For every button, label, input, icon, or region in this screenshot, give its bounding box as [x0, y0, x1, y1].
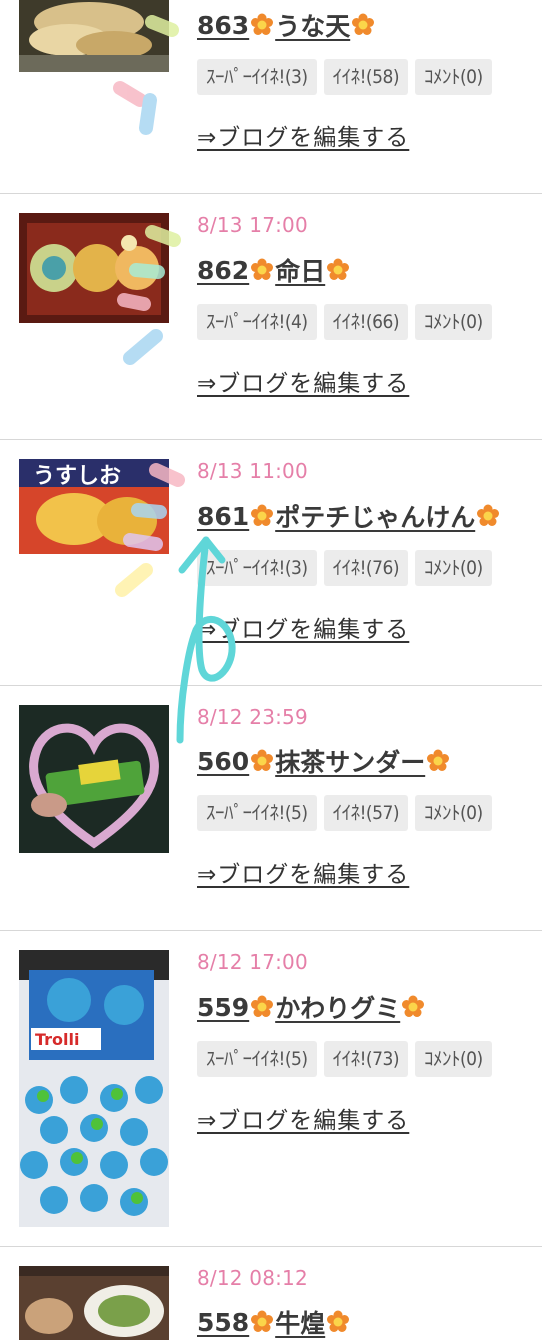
- post-divider: [0, 930, 542, 931]
- post-thumbnail-dinner[interactable]: [19, 1266, 169, 1340]
- flower-icon: [250, 504, 274, 528]
- post-divider: [0, 685, 542, 686]
- post-thumbnail-fried-food[interactable]: [19, 0, 169, 72]
- flower-icon: [426, 749, 450, 773]
- post-number: 863: [197, 10, 250, 40]
- comment-button[interactable]: ｺﾒﾝﾄ(0): [415, 304, 492, 340]
- post-title-link[interactable]: 863 うな天: [197, 8, 376, 42]
- flower-icon: [351, 13, 375, 37]
- flower-icon: [250, 13, 274, 37]
- chips-bag-label: うすしお: [33, 464, 121, 489]
- super-like-button[interactable]: ｽｰﾊﾟｰｲｲﾈ!(3): [197, 550, 317, 586]
- comment-button[interactable]: ｺﾒﾝﾄ(0): [415, 59, 492, 95]
- comment-button[interactable]: ｺﾒﾝﾄ(0): [415, 550, 492, 586]
- flower-icon: [401, 995, 425, 1019]
- post-title-text: かわりグミ: [275, 994, 401, 1023]
- post-title-text: 抹茶サンダー: [275, 748, 426, 777]
- flower-icon: [250, 995, 274, 1019]
- post-date: 8/13 17:00: [197, 213, 308, 237]
- post-divider: [0, 193, 542, 194]
- post-date: 8/12 23:59: [197, 705, 308, 729]
- super-like-button[interactable]: ｽｰﾊﾟｰｲｲﾈ!(5): [197, 795, 317, 831]
- post-thumbnail-gummy[interactable]: Trolli: [19, 950, 169, 1227]
- reaction-badges: ｽｰﾊﾟｰｲｲﾈ!(4) ｲｲﾈ!(66) ｺﾒﾝﾄ(0): [197, 304, 492, 340]
- flower-icon: [476, 504, 500, 528]
- post-title-text: うな天: [275, 12, 351, 41]
- edit-blog-link[interactable]: ⇒ブログを編集する: [197, 118, 409, 152]
- post-title-link[interactable]: 862 命日: [197, 253, 351, 287]
- like-button[interactable]: ｲｲﾈ!(58): [323, 59, 408, 95]
- edit-blog-link[interactable]: ⇒ブログを編集する: [197, 364, 409, 398]
- post-number: 558: [197, 1307, 250, 1337]
- flower-icon: [250, 749, 274, 773]
- post-divider: [0, 1246, 542, 1247]
- comment-button[interactable]: ｺﾒﾝﾄ(0): [415, 795, 492, 831]
- like-button[interactable]: ｲｲﾈ!(66): [323, 304, 408, 340]
- post-date: 8/13 11:00: [197, 459, 308, 483]
- post-divider: [0, 439, 542, 440]
- flower-icon: [326, 1310, 350, 1334]
- comment-button[interactable]: ｺﾒﾝﾄ(0): [415, 1041, 492, 1077]
- flower-icon: [250, 258, 274, 282]
- like-button[interactable]: ｲｲﾈ!(57): [323, 795, 408, 831]
- post-title-text: ポテチじゃんけん: [275, 503, 476, 532]
- edit-blog-link[interactable]: ⇒ブログを編集する: [197, 610, 409, 644]
- like-button[interactable]: ｲｲﾈ!(76): [323, 550, 408, 586]
- post-thumbnail-matcha[interactable]: [19, 705, 169, 853]
- reaction-badges: ｽｰﾊﾟｰｲｲﾈ!(3) ｲｲﾈ!(76) ｺﾒﾝﾄ(0): [197, 550, 492, 586]
- post-title-link[interactable]: 558 牛煌: [197, 1305, 351, 1339]
- post-number: 559: [197, 992, 250, 1022]
- gummy-brand-label: Trolli: [35, 1030, 80, 1049]
- post-title-link[interactable]: 861 ポテチじゃんけん: [197, 499, 501, 533]
- super-like-button[interactable]: ｽｰﾊﾟｰｲｲﾈ!(5): [197, 1041, 317, 1077]
- flower-icon: [250, 1310, 274, 1334]
- post-number: 862: [197, 255, 250, 285]
- post-title-text: 命日: [275, 257, 326, 286]
- post-number: 560: [197, 746, 250, 776]
- post-date: 8/12 17:00: [197, 950, 308, 974]
- post-thumbnail-chips[interactable]: うすしお: [19, 459, 169, 554]
- edit-blog-link[interactable]: ⇒ブログを編集する: [197, 1101, 409, 1135]
- reaction-badges: ｽｰﾊﾟｰｲｲﾈ!(5) ｲｲﾈ!(57) ｺﾒﾝﾄ(0): [197, 795, 492, 831]
- post-date: 8/12 08:12: [197, 1266, 308, 1290]
- edit-blog-link[interactable]: ⇒ブログを編集する: [197, 855, 409, 889]
- super-like-button[interactable]: ｽｰﾊﾟｰｲｲﾈ!(3): [197, 59, 317, 95]
- flower-icon: [326, 258, 350, 282]
- blog-post-feed: 863 うな天 ｽｰﾊﾟｰｲｲﾈ!(3) ｲｲﾈ!(58) ｺﾒﾝﾄ(0) ⇒ブロ…: [0, 0, 542, 1340]
- post-title-link[interactable]: 559 かわりグミ: [197, 990, 426, 1024]
- post-title-link[interactable]: 560 抹茶サンダー: [197, 744, 451, 778]
- like-button[interactable]: ｲｲﾈ!(73): [323, 1041, 408, 1077]
- post-title-text: 牛煌: [275, 1309, 326, 1338]
- post-number: 861: [197, 501, 250, 531]
- reaction-badges: ｽｰﾊﾟｰｲｲﾈ!(3) ｲｲﾈ!(58) ｺﾒﾝﾄ(0): [197, 59, 492, 95]
- super-like-button[interactable]: ｽｰﾊﾟｰｲｲﾈ!(4): [197, 304, 317, 340]
- reaction-badges: ｽｰﾊﾟｰｲｲﾈ!(5) ｲｲﾈ!(73) ｺﾒﾝﾄ(0): [197, 1041, 492, 1077]
- post-thumbnail-sweets[interactable]: [19, 213, 169, 323]
